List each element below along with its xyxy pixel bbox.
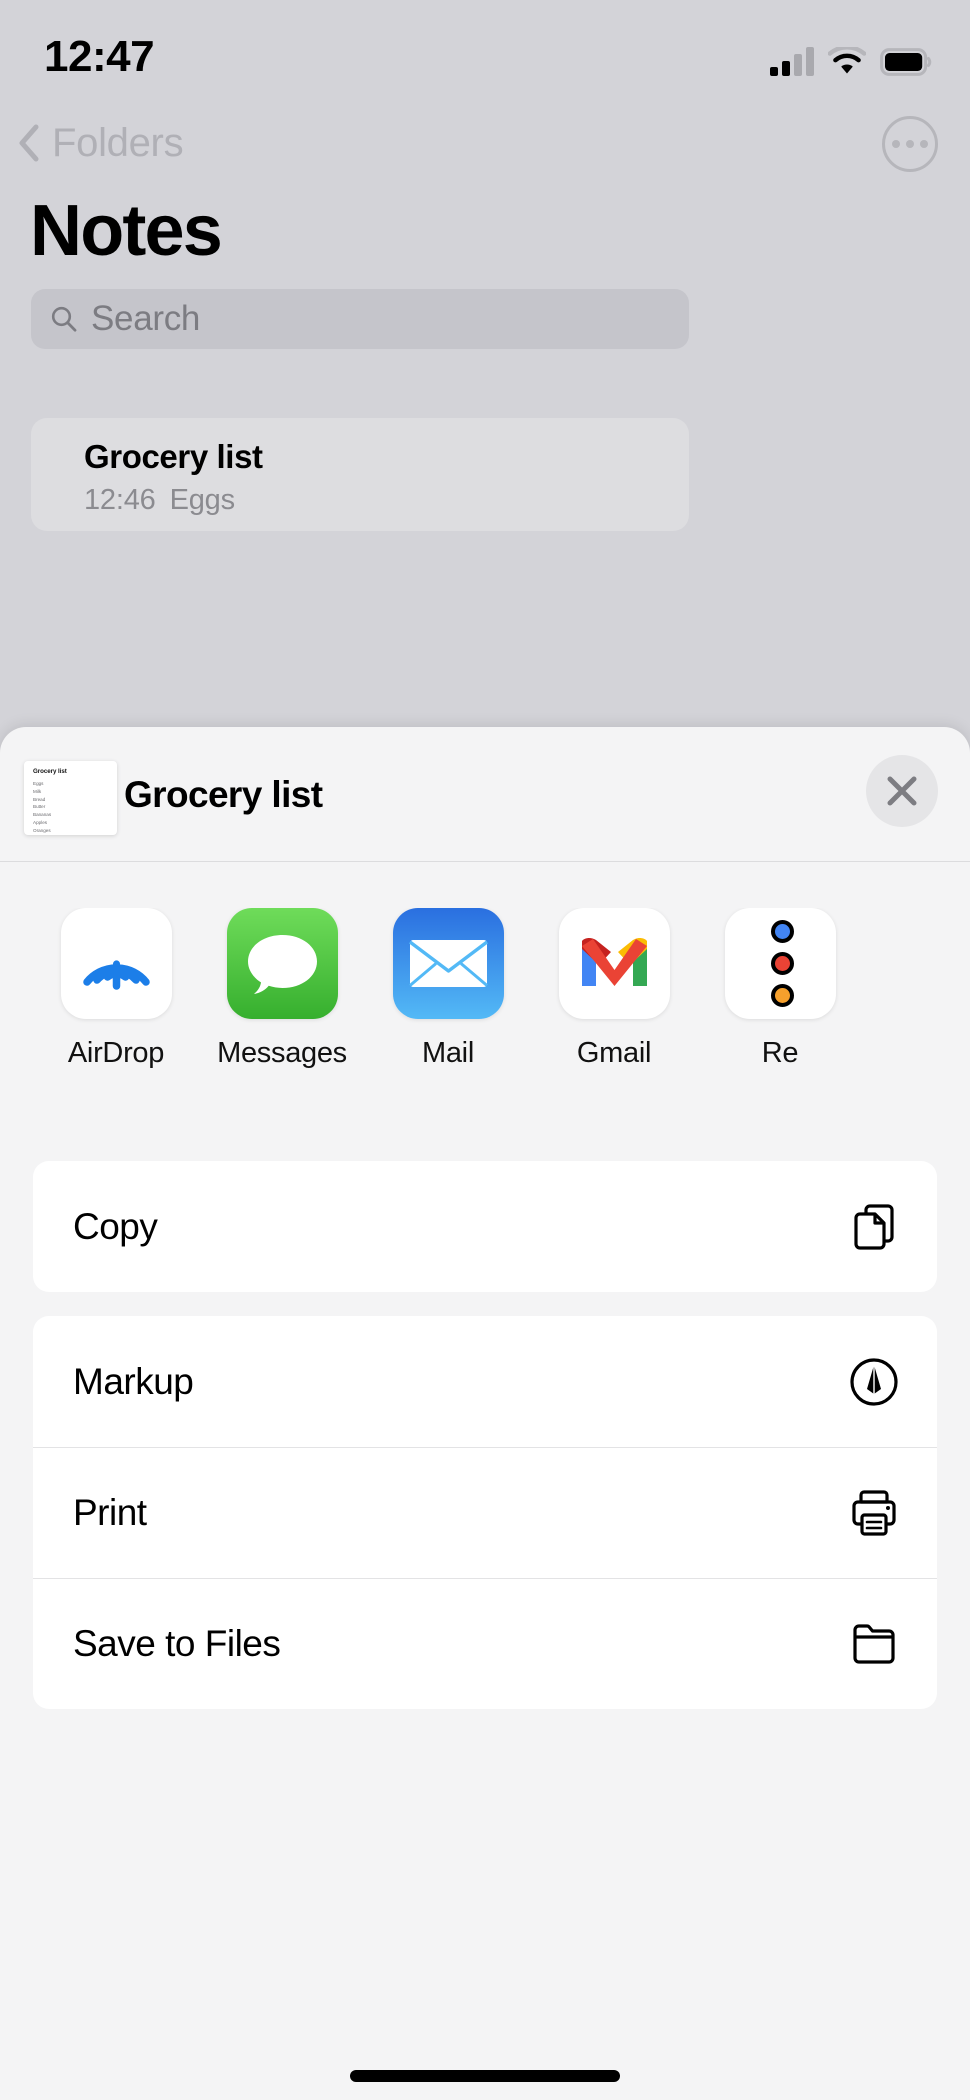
action-label: Save to Files bbox=[73, 1622, 281, 1664]
share-target-label: AirDrop bbox=[67, 1037, 165, 1069]
thumbnail-title: Grocery list bbox=[33, 768, 67, 775]
chevron-left-icon bbox=[19, 124, 39, 162]
reminders-dot-orange bbox=[770, 984, 794, 1007]
document-thumbnail: Grocery list Eggs Milk Bread Butter Bana… bbox=[24, 761, 117, 835]
wifi-icon bbox=[828, 47, 866, 74]
search-placeholder: Search bbox=[91, 299, 201, 338]
ellipsis-dot bbox=[920, 140, 928, 148]
phone-screen: 12:47 Folders Notes Search Grocery list … bbox=[0, 0, 970, 2100]
messages-icon bbox=[226, 908, 338, 1019]
thumbnail-list-item: Bananas bbox=[33, 812, 52, 818]
thumbnail-list-item: Bread bbox=[33, 796, 46, 802]
status-bar: 12:47 bbox=[0, 0, 970, 105]
action-row-save-to-files[interactable]: Save to Files bbox=[33, 1578, 937, 1709]
action-label: Markup bbox=[73, 1360, 194, 1402]
reminders-icon bbox=[724, 908, 836, 1019]
note-title: Grocery list bbox=[84, 438, 263, 475]
status-bar-time: 12:47 bbox=[44, 32, 155, 81]
share-target-reminders[interactable]: Re bbox=[697, 908, 863, 1108]
close-icon bbox=[887, 776, 917, 806]
reminders-dot-blue bbox=[770, 920, 794, 943]
back-button-folders[interactable]: Folders bbox=[18, 113, 184, 173]
thumbnail-list-item: Eggs bbox=[33, 780, 44, 786]
share-sheet-header: Grocery list Eggs Milk Bread Butter Bana… bbox=[0, 727, 970, 862]
note-subtitle: 12:46 Eggs bbox=[84, 484, 689, 517]
action-row-print[interactable]: Print bbox=[33, 1447, 937, 1578]
search-input[interactable]: Search bbox=[31, 289, 689, 349]
ellipsis-dot bbox=[892, 140, 900, 148]
share-target-label: Messages bbox=[217, 1037, 347, 1069]
share-target-label: Re bbox=[761, 1037, 799, 1069]
share-target-gmail[interactable]: Gmail bbox=[531, 908, 697, 1108]
action-row-copy[interactable]: Copy bbox=[33, 1161, 937, 1292]
action-label: Print bbox=[73, 1491, 147, 1533]
battery-icon bbox=[880, 48, 932, 76]
home-indicator bbox=[350, 2070, 620, 2082]
thumbnail-list-item: Oranges bbox=[33, 828, 51, 834]
note-time: 12:46 bbox=[84, 484, 156, 517]
status-bar-icons bbox=[770, 36, 932, 76]
note-list-item-grocery-list[interactable]: Grocery list 12:46 Eggs bbox=[31, 418, 689, 531]
reminders-dot-red bbox=[770, 952, 794, 975]
thumbnail-list-item: Apples bbox=[33, 820, 48, 826]
thumbnail-list-item: Butter bbox=[33, 804, 46, 810]
share-action-group-secondary: Markup Print Save to Files bbox=[33, 1316, 937, 1709]
page-title: Notes bbox=[30, 191, 223, 271]
thumbnail-item-list: Eggs Milk Bread Butter Bananas Apples Or… bbox=[33, 780, 117, 835]
cellular-signal-icon bbox=[770, 46, 814, 76]
print-icon bbox=[852, 1489, 896, 1536]
thumbnail-list-item: Milk bbox=[33, 788, 42, 794]
share-target-label: Gmail bbox=[576, 1037, 652, 1069]
action-row-markup[interactable]: Markup bbox=[33, 1316, 937, 1447]
share-sheet: Grocery list Eggs Milk Bread Butter Bana… bbox=[0, 727, 970, 2100]
ellipsis-circle-icon[interactable] bbox=[882, 116, 938, 172]
close-button[interactable] bbox=[866, 755, 938, 827]
airdrop-icon bbox=[60, 908, 172, 1019]
ellipsis-dot bbox=[906, 140, 914, 148]
search-icon bbox=[51, 306, 77, 332]
copy-icon bbox=[854, 1203, 894, 1250]
gmail-icon bbox=[558, 908, 670, 1019]
back-button-label: Folders bbox=[52, 120, 184, 165]
share-target-airdrop[interactable]: AirDrop bbox=[33, 908, 199, 1108]
share-target-messages[interactable]: Messages bbox=[199, 908, 365, 1108]
mail-icon bbox=[392, 908, 504, 1019]
note-preview: Eggs bbox=[169, 484, 236, 517]
navigation-bar: Folders bbox=[0, 105, 970, 185]
share-target-mail[interactable]: Mail bbox=[365, 908, 531, 1108]
action-label: Copy bbox=[73, 1205, 158, 1247]
share-target-label: Mail bbox=[422, 1037, 474, 1069]
share-sheet-title: Grocery list bbox=[124, 774, 323, 815]
markup-icon bbox=[850, 1357, 898, 1406]
folder-icon bbox=[853, 1623, 895, 1664]
share-destinations-row[interactable]: AirDrop Messages Mail Gmail Re bbox=[0, 908, 970, 1108]
share-action-group-primary: Copy bbox=[33, 1161, 937, 1292]
